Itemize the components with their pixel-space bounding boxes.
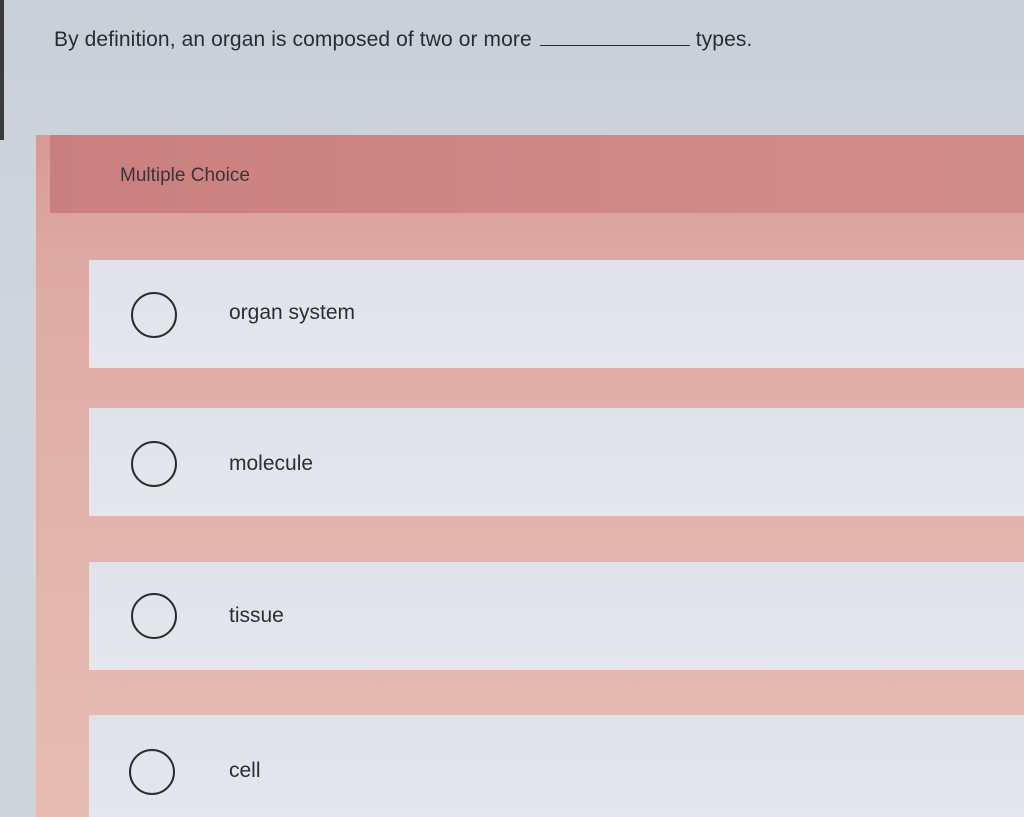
option-label: cell <box>229 759 261 782</box>
radio-button-icon[interactable] <box>131 441 177 487</box>
radio-button-icon[interactable] <box>131 292 177 338</box>
panel-header: Multiple Choice <box>50 135 1024 213</box>
radio-button-icon[interactable] <box>131 593 177 639</box>
answer-blank <box>539 28 690 46</box>
multiple-choice-label: Multiple Choice <box>120 165 250 186</box>
option-label: molecule <box>229 452 314 475</box>
option-tissue[interactable]: tissue <box>89 562 1024 670</box>
radio-button-icon[interactable] <box>129 749 175 795</box>
option-organ-system[interactable]: organ system <box>89 260 1024 368</box>
option-cell[interactable]: cell <box>89 715 1024 817</box>
multiple-choice-panel: Multiple Choice organ system molecule ti… <box>36 135 1024 817</box>
option-label: tissue <box>229 604 284 627</box>
question-suffix: types. <box>695 28 753 51</box>
question-prefix: By definition, an organ is composed of t… <box>54 28 532 51</box>
option-molecule[interactable]: molecule <box>89 408 1024 516</box>
option-label: organ system <box>229 301 356 324</box>
question-text: By definition, an organ is composed of t… <box>54 28 752 52</box>
screen-edge <box>0 0 4 140</box>
